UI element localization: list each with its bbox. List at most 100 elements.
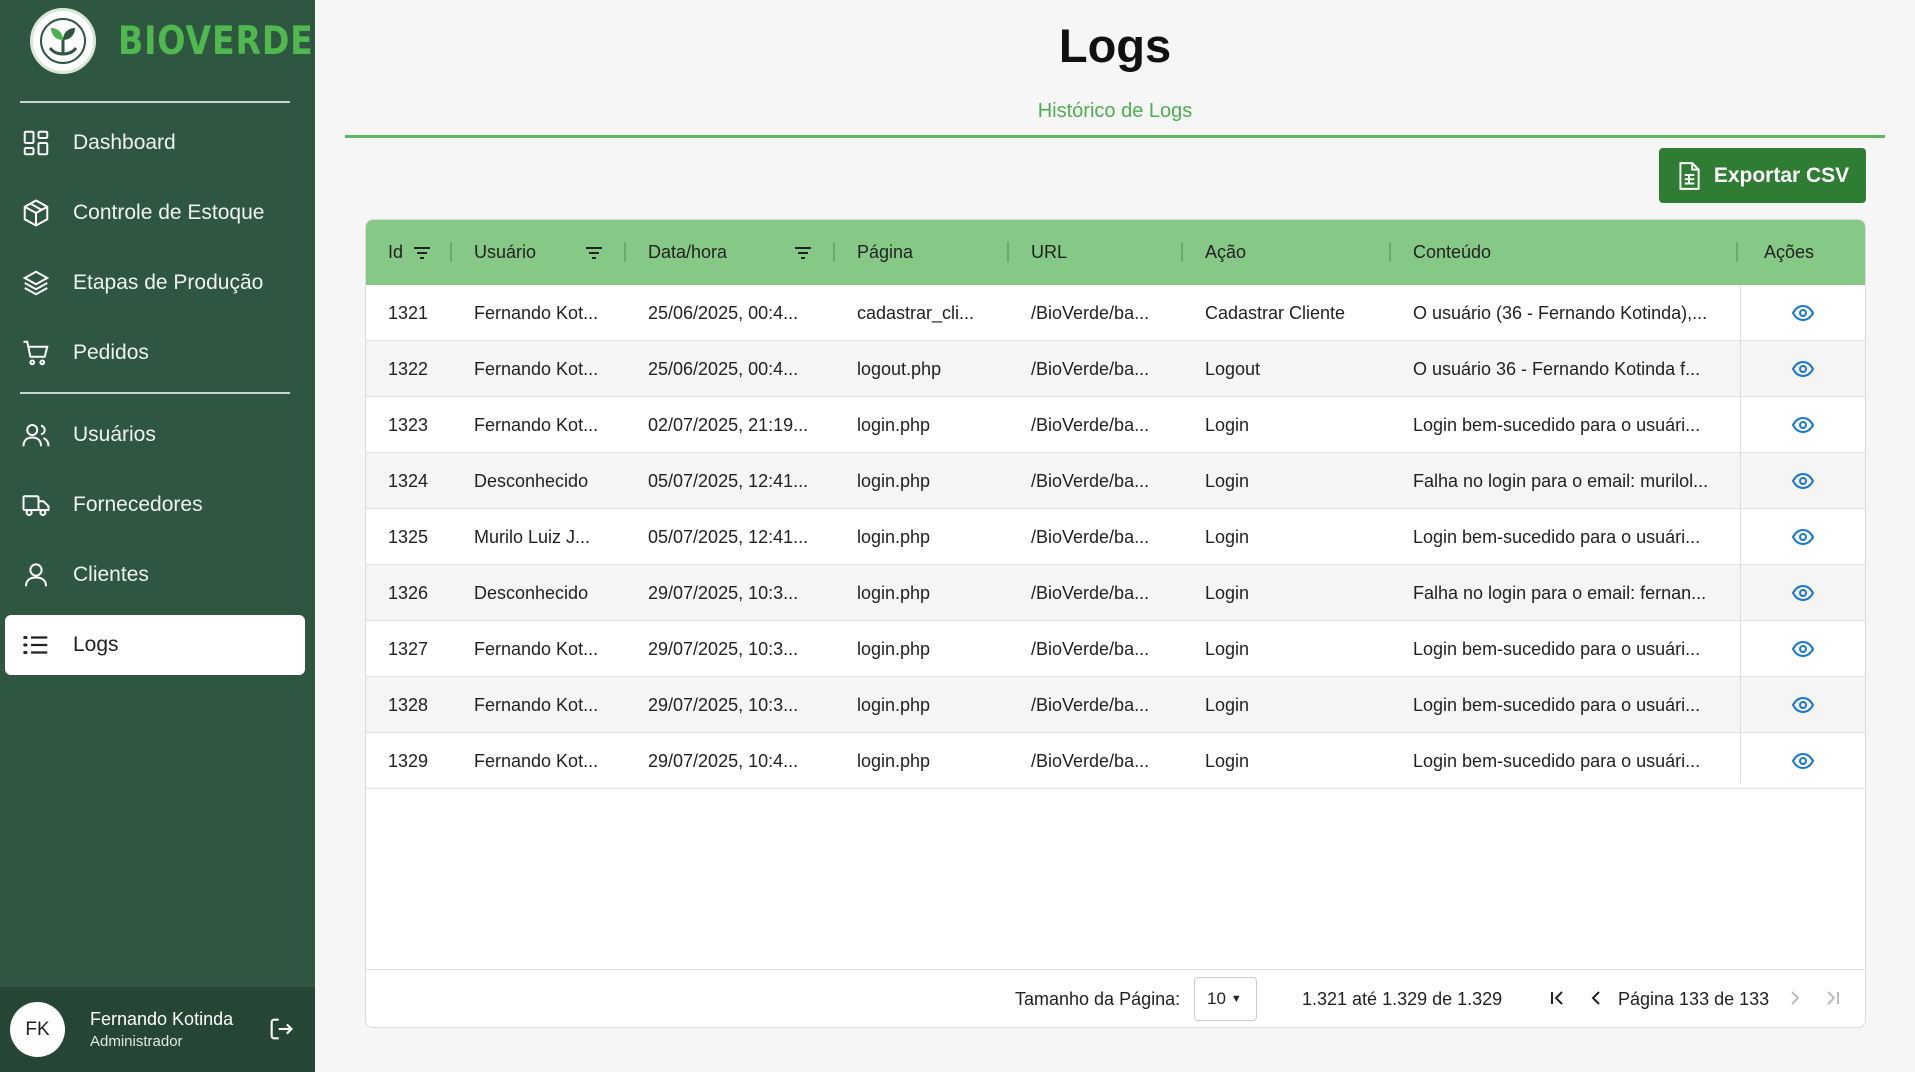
sidebar-item-fornecedores[interactable]: Fornecedores <box>5 475 305 535</box>
table-row[interactable]: 1325 Murilo Luiz J... 05/07/2025, 12:41...… <box>366 509 1865 565</box>
cell-url: /BioVerde/ba... <box>1031 750 1150 771</box>
cell-acao: Login <box>1205 582 1250 603</box>
filter-icon[interactable] <box>585 245 603 261</box>
previous-page-icon[interactable] <box>1585 987 1607 1009</box>
sidebar-item-clientes[interactable]: Clientes <box>5 545 305 605</box>
first-page-icon[interactable] <box>1546 987 1568 1009</box>
sidebar-item-label: Dashboard <box>73 131 176 154</box>
page-size-select[interactable]: 10 ▼ <box>1194 977 1257 1021</box>
cell-pagina: login.php <box>857 694 931 715</box>
sidebar-item-label: Controle de Estoque <box>73 201 265 224</box>
users-icon <box>22 424 50 447</box>
pagination-bar: Tamanho da Página: 10 ▼ 1.321 até 1.329 … <box>366 969 1865 1027</box>
column-header-label: URL <box>1031 242 1068 262</box>
next-page-icon[interactable] <box>1784 987 1806 1009</box>
column-separator[interactable] <box>1181 242 1183 262</box>
column-header-label: Conteúdo <box>1413 242 1492 262</box>
cell-url: /BioVerde/ba... <box>1031 414 1150 435</box>
sidebar-item-label: Pedidos <box>73 341 149 364</box>
view-icon[interactable] <box>1791 357 1815 381</box>
column-separator[interactable] <box>833 242 835 262</box>
column-separator[interactable] <box>1736 242 1738 262</box>
truck-icon <box>22 495 50 516</box>
cell-id: 1326 <box>388 582 429 603</box>
page-size-label: Tamanho da Página: <box>1015 988 1181 1009</box>
cell-url: /BioVerde/ba... <box>1031 358 1150 379</box>
cell-conteudo: Falha no login para o email: fernan... <box>1413 582 1707 603</box>
sidebar-item-usuarios[interactable]: Usuários <box>5 405 305 465</box>
cell-id: 1323 <box>388 414 429 435</box>
cell-pagina: login.php <box>857 526 931 547</box>
sidebar-item-etapas-de-producao[interactable]: Etapas de Produção <box>5 253 305 313</box>
last-page-icon[interactable] <box>1822 987 1844 1009</box>
cell-pagina: login.php <box>857 414 931 435</box>
table-row[interactable]: 1322 Fernando Kot... 25/06/2025, 00:4... lo… <box>366 341 1865 397</box>
view-icon[interactable] <box>1791 413 1815 437</box>
column-separator[interactable] <box>624 242 626 262</box>
column-separator[interactable] <box>1389 242 1391 262</box>
sidebar-item-label: Clientes <box>73 563 149 586</box>
table-row[interactable]: 1324 Desconhecido 05/07/2025, 12:41... logi… <box>366 453 1865 509</box>
table-row[interactable]: 1329 Fernando Kot... 29/07/2025, 10:4... lo… <box>366 733 1865 789</box>
filter-icon[interactable] <box>794 245 812 261</box>
list-icon <box>23 636 48 654</box>
column-header-usuario[interactable]: Usuário <box>474 220 536 285</box>
column-separator[interactable] <box>450 242 452 262</box>
cell-url: /BioVerde/ba... <box>1031 694 1150 715</box>
cell-usuario: Fernando Kot... <box>474 694 599 715</box>
column-header-conteudo[interactable]: Conteúdo <box>1413 220 1491 285</box>
sidebar-item-pedidos[interactable]: Pedidos <box>5 323 305 383</box>
column-separator[interactable] <box>1007 242 1009 262</box>
table-header: Id Usuário Data/hora Página URL Ação Con… <box>366 220 1865 285</box>
sidebar-item-dashboard[interactable]: Dashboard <box>5 113 305 173</box>
cell-data-hora: 02/07/2025, 21:19... <box>648 414 809 435</box>
cell-usuario: Desconhecido <box>474 470 589 491</box>
logo-icon <box>30 8 96 74</box>
logout-icon[interactable] <box>267 1015 295 1043</box>
column-header-pagina[interactable]: Página <box>857 220 913 285</box>
view-icon[interactable] <box>1791 525 1815 549</box>
cell-conteudo: Login bem-sucedido para o usuári... <box>1413 750 1701 771</box>
cell-url: /BioVerde/ba... <box>1031 470 1150 491</box>
table-row[interactable]: 1327 Fernando Kot... 29/07/2025, 10:3... lo… <box>366 621 1865 677</box>
cell-conteudo: Login bem-sucedido para o usuári... <box>1413 526 1701 547</box>
view-icon[interactable] <box>1791 637 1815 661</box>
filter-icon[interactable] <box>413 245 431 261</box>
view-icon[interactable] <box>1791 693 1815 717</box>
cell-acao: Login <box>1205 750 1250 771</box>
column-header-acao[interactable]: Ação <box>1205 220 1246 285</box>
table-row[interactable]: 1323 Fernando Kot... 02/07/2025, 21:19... l… <box>366 397 1865 453</box>
sidebar-item-logs[interactable]: Logs <box>5 615 305 675</box>
cell-data-hora: 25/06/2025, 00:4... <box>648 358 799 379</box>
table-row[interactable]: 1321 Fernando Kot... 25/06/2025, 00:4... ca… <box>366 285 1865 341</box>
sidebar-item-label: Logs <box>73 633 119 656</box>
view-icon[interactable] <box>1791 301 1815 325</box>
sidebar-item-label: Fornecedores <box>73 493 203 516</box>
table-row[interactable]: 1326 Desconhecido 29/07/2025, 10:3... login… <box>366 565 1865 621</box>
export-csv-button[interactable]: Exportar CSV <box>1659 148 1866 203</box>
cell-data-hora: 25/06/2025, 00:4... <box>648 302 799 323</box>
table-row[interactable]: 1328 Fernando Kot... 29/07/2025, 10:3... lo… <box>366 677 1865 733</box>
column-header-id[interactable]: Id <box>388 220 431 285</box>
cell-url: /BioVerde/ba... <box>1031 302 1150 323</box>
column-header-url[interactable]: URL <box>1031 220 1067 285</box>
chevron-down-icon: ▼ <box>1230 993 1242 1005</box>
column-header-label: Ações <box>1764 242 1815 262</box>
cell-conteudo: Login bem-sucedido para o usuári... <box>1413 694 1701 715</box>
user-profile: FK Fernando Kotinda Administrador <box>0 987 315 1072</box>
cell-data-hora: 29/07/2025, 10:3... <box>648 582 799 603</box>
view-icon[interactable] <box>1791 749 1815 773</box>
cell-acao: Logout <box>1205 358 1261 379</box>
brand: BIOVERDE <box>30 8 348 74</box>
cell-pagina: login.php <box>857 582 931 603</box>
sidebar-item-controle-de-estoque[interactable]: Controle de Estoque <box>5 183 305 243</box>
cell-id: 1324 <box>388 470 429 491</box>
column-header-data-hora[interactable]: Data/hora <box>648 220 727 285</box>
export-csv-label: Exportar CSV <box>1713 163 1850 187</box>
cell-conteudo: Login bem-sucedido para o usuári... <box>1413 414 1701 435</box>
dashboard-icon <box>23 130 49 156</box>
view-icon[interactable] <box>1791 469 1815 493</box>
view-icon[interactable] <box>1791 581 1815 605</box>
cell-id: 1325 <box>388 526 429 547</box>
column-header-label: Página <box>857 242 914 262</box>
